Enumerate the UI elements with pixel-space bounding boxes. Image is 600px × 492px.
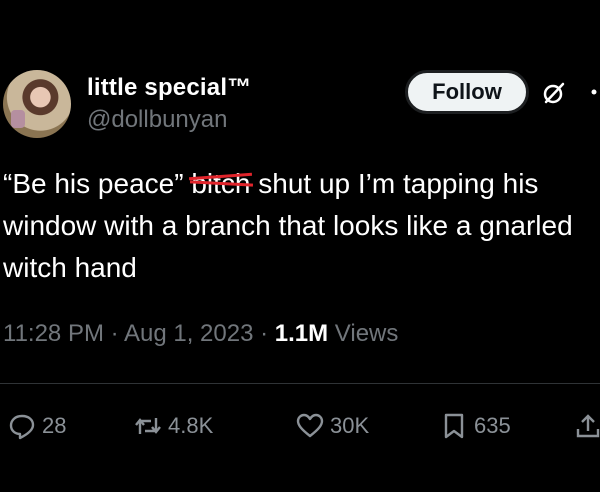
reply-icon [9, 414, 35, 440]
tweet-date[interactable]: Aug 1, 2023 [124, 320, 253, 347]
divider [0, 383, 600, 384]
tweet-text: “Be his peace” bitch shut up I’m tapping… [3, 163, 593, 289]
share-icon [576, 414, 600, 438]
repost-icon [135, 418, 161, 434]
bookmark-count: 635 [474, 413, 511, 438]
views-count: 1.1M [274, 320, 329, 347]
tweet-time[interactable]: 11:28 PM [3, 320, 104, 347]
bookmark-button[interactable]: 635 [440, 408, 511, 444]
bookmark-icon [444, 413, 464, 439]
avatar[interactable] [3, 70, 71, 138]
reply-count: 28 [42, 413, 67, 438]
like-button[interactable]: 30K [296, 408, 369, 444]
tweet-text-before: “Be his peace” [3, 168, 192, 199]
repost-button[interactable]: 4.8K [134, 408, 213, 444]
meta-separator: · [253, 320, 275, 347]
action-bar: 28 4.8K 30K 635 [0, 408, 600, 448]
tweet-meta: 11:28 PM · Aug 1, 2023 · 1.1M Views [3, 320, 398, 348]
author-block[interactable]: little special™ @dollbunyan [87, 74, 251, 134]
reply-button[interactable]: 28 [8, 408, 66, 444]
views-label: Views [334, 320, 399, 347]
grok-icon[interactable] [541, 80, 567, 106]
share-button[interactable] [574, 408, 600, 444]
repost-count: 4.8K [168, 413, 214, 438]
more-icon[interactable] [590, 88, 598, 96]
follow-button[interactable]: Follow [405, 70, 529, 114]
struck-word: bitch [191, 163, 250, 205]
meta-separator: · [103, 320, 124, 347]
user-handle[interactable]: @dollbunyan [87, 106, 251, 134]
like-icon [296, 413, 324, 438]
like-count: 30K [330, 413, 370, 438]
display-name[interactable]: little special™ [87, 74, 251, 102]
tweet-header: little special™ @dollbunyan Follow [0, 68, 600, 144]
